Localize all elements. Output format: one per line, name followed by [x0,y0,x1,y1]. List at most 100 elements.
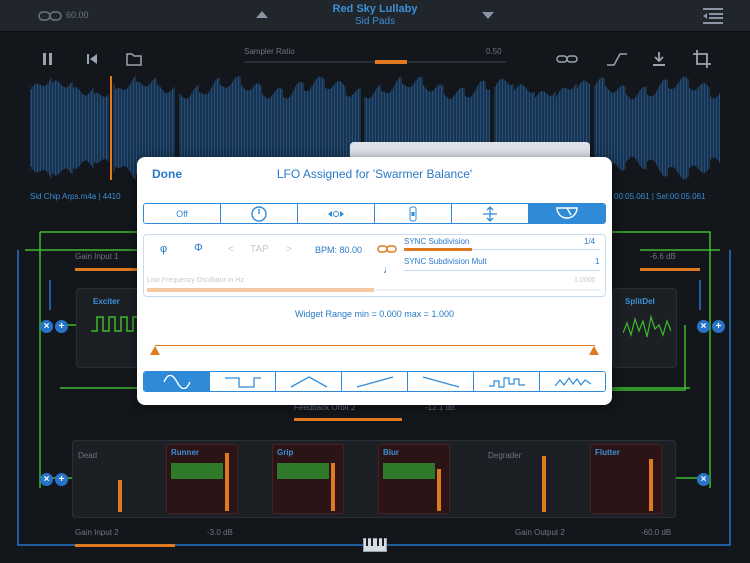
runner-level[interactable] [225,453,229,511]
previous-preset-arrow-icon[interactable] [256,11,268,18]
tap-next-button[interactable]: > [286,244,292,255]
mode-off-button[interactable]: Off [144,204,221,223]
exciter-module[interactable]: Exciter [76,288,141,368]
mute-icon[interactable]: × [697,473,710,486]
mode-arrows-button[interactable] [452,204,529,223]
mode-horizontal-button[interactable] [298,204,375,223]
fade-icon[interactable] [606,51,628,67]
lfo-settings-panel: φ Φ < TAP > BPM: 80.00 ♩ SYNC Subdivisio… [143,234,606,297]
selection-info: 00:05.061 | Sel:00:05.061 [614,192,706,201]
feedback-slider[interactable] [294,418,402,421]
flutter-label: Flutter [595,448,620,457]
sync-subdivision-label: SYNC Subdivision [404,237,470,246]
exciter-meter [91,316,139,332]
mute-icon[interactable]: × [40,320,53,333]
widget-range-slider[interactable] [155,345,595,346]
link-value: 60.00 [66,10,89,20]
sync-link-icon[interactable] [377,244,397,254]
file-info: Sid Chip Arps.m4a | 4410 [30,192,121,201]
shape-ramp-up-button[interactable] [342,372,408,391]
shape-noise-button[interactable] [540,372,605,391]
splitdel-meter [623,314,671,338]
invert-button[interactable]: Φ [194,242,203,254]
degrader-level[interactable] [542,456,546,512]
shape-sine-button[interactable] [144,372,210,391]
square-wave-icon [224,376,261,388]
sync-mult-value: 1 [595,257,600,266]
splitdel-module[interactable]: SplitDel [612,288,677,368]
done-button[interactable]: Done [152,167,182,181]
lfo-modal: Done LFO Assigned for 'Swarmer Balance' … [137,157,612,405]
blur-unit[interactable]: Blur [378,444,450,514]
sync-mult-track[interactable] [404,270,600,271]
grip-meter [277,463,329,479]
range-min-handle[interactable] [150,346,160,355]
menu-icon[interactable] [703,7,723,25]
mode-vertical-button[interactable] [375,204,452,223]
add-icon[interactable]: + [55,473,68,486]
ramp-down-icon [422,375,459,388]
next-preset-arrow-icon[interactable] [482,12,494,19]
tap-prev-button[interactable]: < [228,244,234,255]
sync-subdivision-value: 1/4 [584,237,596,246]
shape-ramp-down-button[interactable] [408,372,474,391]
gain-input-2-value: -3.0 dB [207,528,233,537]
blur-level[interactable] [437,469,441,511]
exciter-label: Exciter [93,297,120,306]
gain-input-1-value: -6.6 dB [650,252,676,261]
gain-input-1-slider[interactable] [75,268,145,271]
blur-meter [383,463,435,479]
flutter-unit[interactable]: Flutter [590,444,662,514]
download-icon[interactable] [652,51,666,67]
pause-icon[interactable] [42,53,54,65]
note-icon[interactable]: ♩ [383,264,394,276]
phase-button[interactable]: φ [160,243,167,255]
sync-subdivision-fill[interactable] [404,248,472,251]
range-max-handle[interactable] [589,346,599,355]
arrows-vertical-icon [483,205,497,222]
sine-wave-icon [162,374,191,389]
sampler-ratio-label: Sampler Ratio [244,47,295,56]
mute-icon[interactable]: × [40,473,53,486]
add-icon[interactable]: + [55,320,68,333]
grip-level[interactable] [331,463,335,511]
crop-icon[interactable] [693,50,711,68]
gain-input-2-slider[interactable] [75,544,175,547]
widget-range-label: Widget Range min = 0.000 max = 1.000 [294,309,455,319]
mode-gauge-button[interactable] [529,204,605,223]
grip-label: Grip [277,448,294,457]
mute-icon[interactable]: × [697,320,710,333]
sampler-ratio-thumb[interactable] [375,60,407,64]
waveform-selector [143,371,606,392]
shape-triangle-button[interactable] [276,372,342,391]
gain-input-1-label: Gain Input 1 [75,252,119,261]
dead-label: Dead [78,451,98,460]
folder-icon[interactable] [126,52,142,66]
grip-unit[interactable]: Grip [272,444,344,514]
preset-bank[interactable]: Sid Pads [275,16,475,27]
vertical-move-icon [409,206,417,221]
gain-output-1-slider[interactable] [640,268,700,271]
sampler-ratio-value: 0.50 [486,47,502,56]
tap-button[interactable]: TAP [250,244,269,255]
frequency-fill[interactable] [147,288,374,292]
shape-square-button[interactable] [210,372,276,391]
gauge-icon [556,206,578,219]
link-icon[interactable] [38,9,62,23]
keyboard-icon[interactable] [363,538,387,552]
loop-link-icon[interactable] [556,54,578,64]
dead-level[interactable] [118,480,122,512]
modal-title: LFO Assigned for 'Swarmer Balance' [276,167,473,181]
preset-name[interactable]: Red Sky Lullaby [275,3,475,15]
flutter-level[interactable] [649,459,653,511]
shape-random-step-button[interactable] [474,372,540,391]
skip-back-icon[interactable] [86,53,98,65]
runner-label: Runner [171,448,199,457]
sync-mult-label: SYNC Subdivision Mult [404,257,487,266]
mode-dial-button[interactable] [221,204,298,223]
lfo-mode-selector: Off [143,203,606,224]
runner-unit[interactable]: Runner [166,444,238,514]
bpm-value: BPM: 80.00 [315,245,363,255]
splitdel-label: SplitDel [625,297,655,306]
add-icon[interactable]: + [712,320,725,333]
